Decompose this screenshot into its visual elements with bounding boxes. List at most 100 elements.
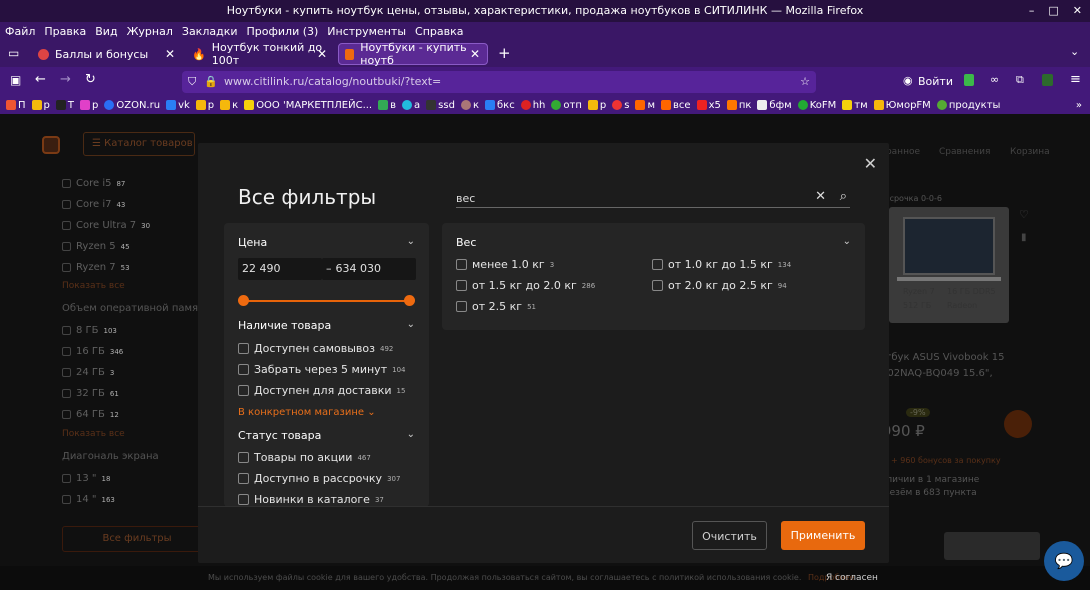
cart-link[interactable]: Корзина	[1010, 147, 1050, 157]
minimize-icon[interactable]: –	[1029, 0, 1035, 22]
checkbox[interactable]	[652, 259, 663, 270]
bookmark-item[interactable]: а	[402, 100, 420, 111]
bookmark-item[interactable]: продукты	[936, 100, 1000, 111]
bookmark-item[interactable]: к	[220, 100, 238, 111]
bg-filter-item[interactable]: 16 ГБ 346	[62, 346, 123, 357]
filter-checkbox-item[interactable]: Новинки в каталоге 37	[238, 493, 384, 506]
reload-icon[interactable]: ↻	[85, 72, 96, 87]
bg-filter-item[interactable]: 24 ГБ 3	[62, 367, 114, 378]
bookmark-item[interactable]: бкс	[485, 100, 515, 111]
bg-filter-item[interactable]: Core Ultra 7 30	[62, 220, 150, 231]
menu-view[interactable]: Вид	[95, 25, 117, 38]
cookie-agree-button[interactable]: Я согласен	[826, 566, 878, 590]
price-section-title[interactable]: Цена	[238, 236, 267, 249]
tab-overview-icon[interactable]: ▭	[8, 46, 19, 60]
price-max-input[interactable]: –634 030	[322, 258, 416, 280]
bookmarks-overflow-icon[interactable]: »	[1076, 100, 1090, 111]
specific-store-link[interactable]: В конкретном магазине ⌄	[238, 407, 376, 418]
bookmark-item[interactable]: KoFM	[797, 100, 836, 111]
menu-help[interactable]: Справка	[415, 25, 463, 38]
bg-all-filters-button[interactable]: Все фильтры	[62, 526, 212, 552]
checkbox[interactable]	[652, 280, 663, 291]
bookmark-item[interactable]: ЮморFM	[873, 100, 931, 111]
bookmark-item[interactable]: ssd	[426, 100, 455, 111]
clear-search-icon[interactable]: ✕	[815, 189, 826, 204]
checkbox[interactable]	[238, 364, 249, 375]
checkbox[interactable]	[238, 343, 249, 354]
checkbox[interactable]	[238, 494, 249, 505]
bookmark-item[interactable]: vk	[166, 100, 190, 111]
checkbox[interactable]	[456, 280, 467, 291]
apply-button[interactable]: Применить	[781, 521, 865, 550]
login-button[interactable]: Войти	[918, 75, 953, 88]
tab-laptops[interactable]: Ноутбуки - купить ноутб ✕	[338, 41, 488, 67]
bg-filter-item[interactable]: 32 ГБ 61	[62, 388, 119, 399]
price-slider-max-handle[interactable]	[404, 295, 415, 306]
menu-history[interactable]: Журнал	[127, 25, 173, 38]
filter-checkbox-item[interactable]: менее 1.0 кг 3	[456, 258, 554, 271]
lock-icon[interactable]: 🔒	[204, 71, 218, 93]
filter-checkbox-item[interactable]: Доступно в рассрочку 307	[238, 472, 400, 485]
bookmark-item[interactable]: x5	[696, 100, 721, 111]
chevron-down-icon[interactable]: ⌄	[843, 236, 851, 247]
filter-checkbox-item[interactable]: от 1.5 кг до 2.0 кг 286	[456, 279, 595, 292]
back-icon[interactable]: ←	[35, 72, 46, 87]
extension-badge-icon[interactable]	[1042, 74, 1053, 86]
bg-filter-item[interactable]: Core i7 43	[62, 199, 125, 210]
bookmark-star-icon[interactable]: ☆	[800, 71, 810, 93]
forward-icon[interactable]: →	[60, 72, 71, 87]
bookmark-item[interactable]: в	[378, 100, 396, 111]
chat-icon[interactable]: 💬	[1044, 541, 1084, 581]
bookmark-item[interactable]: к	[460, 100, 479, 111]
bookmark-item[interactable]: пк	[726, 100, 751, 111]
close-tab-icon[interactable]: ✕	[165, 47, 175, 61]
filter-checkbox-item[interactable]: от 2.0 кг до 2.5 кг 94	[652, 279, 787, 292]
search-icon[interactable]: ⌕	[840, 189, 847, 204]
bg-filter-item[interactable]: 13 " 18	[62, 473, 110, 484]
close-modal-icon[interactable]: ✕	[864, 154, 877, 173]
bookmark-item[interactable]: м	[635, 100, 655, 111]
bookmark-item[interactable]: Т	[55, 100, 74, 111]
checkbox[interactable]	[238, 452, 249, 463]
availability-section-title[interactable]: Наличие товара	[238, 319, 331, 332]
bookmark-item[interactable]: OZON.ru	[104, 100, 160, 111]
bookmark-item[interactable]: П	[6, 100, 26, 111]
filter-checkbox-item[interactable]: Доступен для доставки 15	[238, 384, 405, 397]
bg-product-image[interactable]: Ryzen 7 16 ГБ DDR5 512 ГБ Radeon	[889, 207, 1009, 323]
bg-filter-item[interactable]: 14 " 163	[62, 494, 115, 505]
bg-show-all-link[interactable]: Показать все	[62, 429, 125, 439]
bookmark-item[interactable]: р	[80, 100, 98, 111]
bookmark-item[interactable]: hh	[520, 100, 545, 111]
close-tab-icon[interactable]: ✕	[470, 47, 480, 61]
bookmark-item[interactable]: р	[31, 100, 50, 111]
tab-laptop-thin[interactable]: 🔥 Ноутбук тонкий до 100т ✕	[186, 41, 334, 67]
chevron-down-icon[interactable]: ⌄	[407, 236, 415, 247]
chevron-down-icon[interactable]: ⌄	[407, 319, 415, 330]
bookmark-item[interactable]: s	[612, 100, 629, 111]
maximize-icon[interactable]: □	[1048, 0, 1058, 22]
shield-icon[interactable]: ⛉	[188, 71, 196, 93]
compare-icon[interactable]: ▮	[1021, 232, 1027, 243]
bg-filter-item[interactable]: Ryzen 7 53	[62, 262, 130, 273]
filter-checkbox-item[interactable]: Товары по акции 467	[238, 451, 371, 464]
new-tab-icon[interactable]: +	[498, 44, 511, 62]
wishlist-icon[interactable]: ♡	[1019, 208, 1029, 221]
bookmark-item[interactable]: все	[661, 100, 691, 111]
tab-list-icon[interactable]: ⌄	[1070, 45, 1079, 58]
checkbox[interactable]	[238, 473, 249, 484]
tab-bonuses[interactable]: Баллы и бонусы ✕	[32, 43, 182, 65]
compare-link[interactable]: Сравнения	[939, 147, 990, 157]
menu-bookmarks[interactable]: Закладки	[182, 25, 238, 38]
url-bar[interactable]: ⛉ 🔒 www.citilink.ru/catalog/noutbuki/?te…	[182, 71, 816, 93]
sidebar-toggle-icon[interactable]: ▣	[10, 73, 21, 87]
filter-checkbox-item[interactable]: от 2.5 кг 51	[456, 300, 536, 313]
extension-icon[interactable]	[964, 74, 974, 86]
site-logo[interactable]	[42, 136, 60, 154]
bookmark-item[interactable]: ООО 'МАРКЕТПЛЕЙС...	[244, 100, 372, 111]
price-slider-min-handle[interactable]	[238, 295, 249, 306]
bg-filter-item[interactable]: 64 ГБ 12	[62, 409, 119, 420]
close-tab-icon[interactable]: ✕	[317, 47, 327, 61]
incognito-icon[interactable]: ∞	[990, 73, 999, 86]
bookmark-item[interactable]: р	[587, 100, 606, 111]
bg-filter-item[interactable]: 8 ГБ 103	[62, 325, 117, 336]
